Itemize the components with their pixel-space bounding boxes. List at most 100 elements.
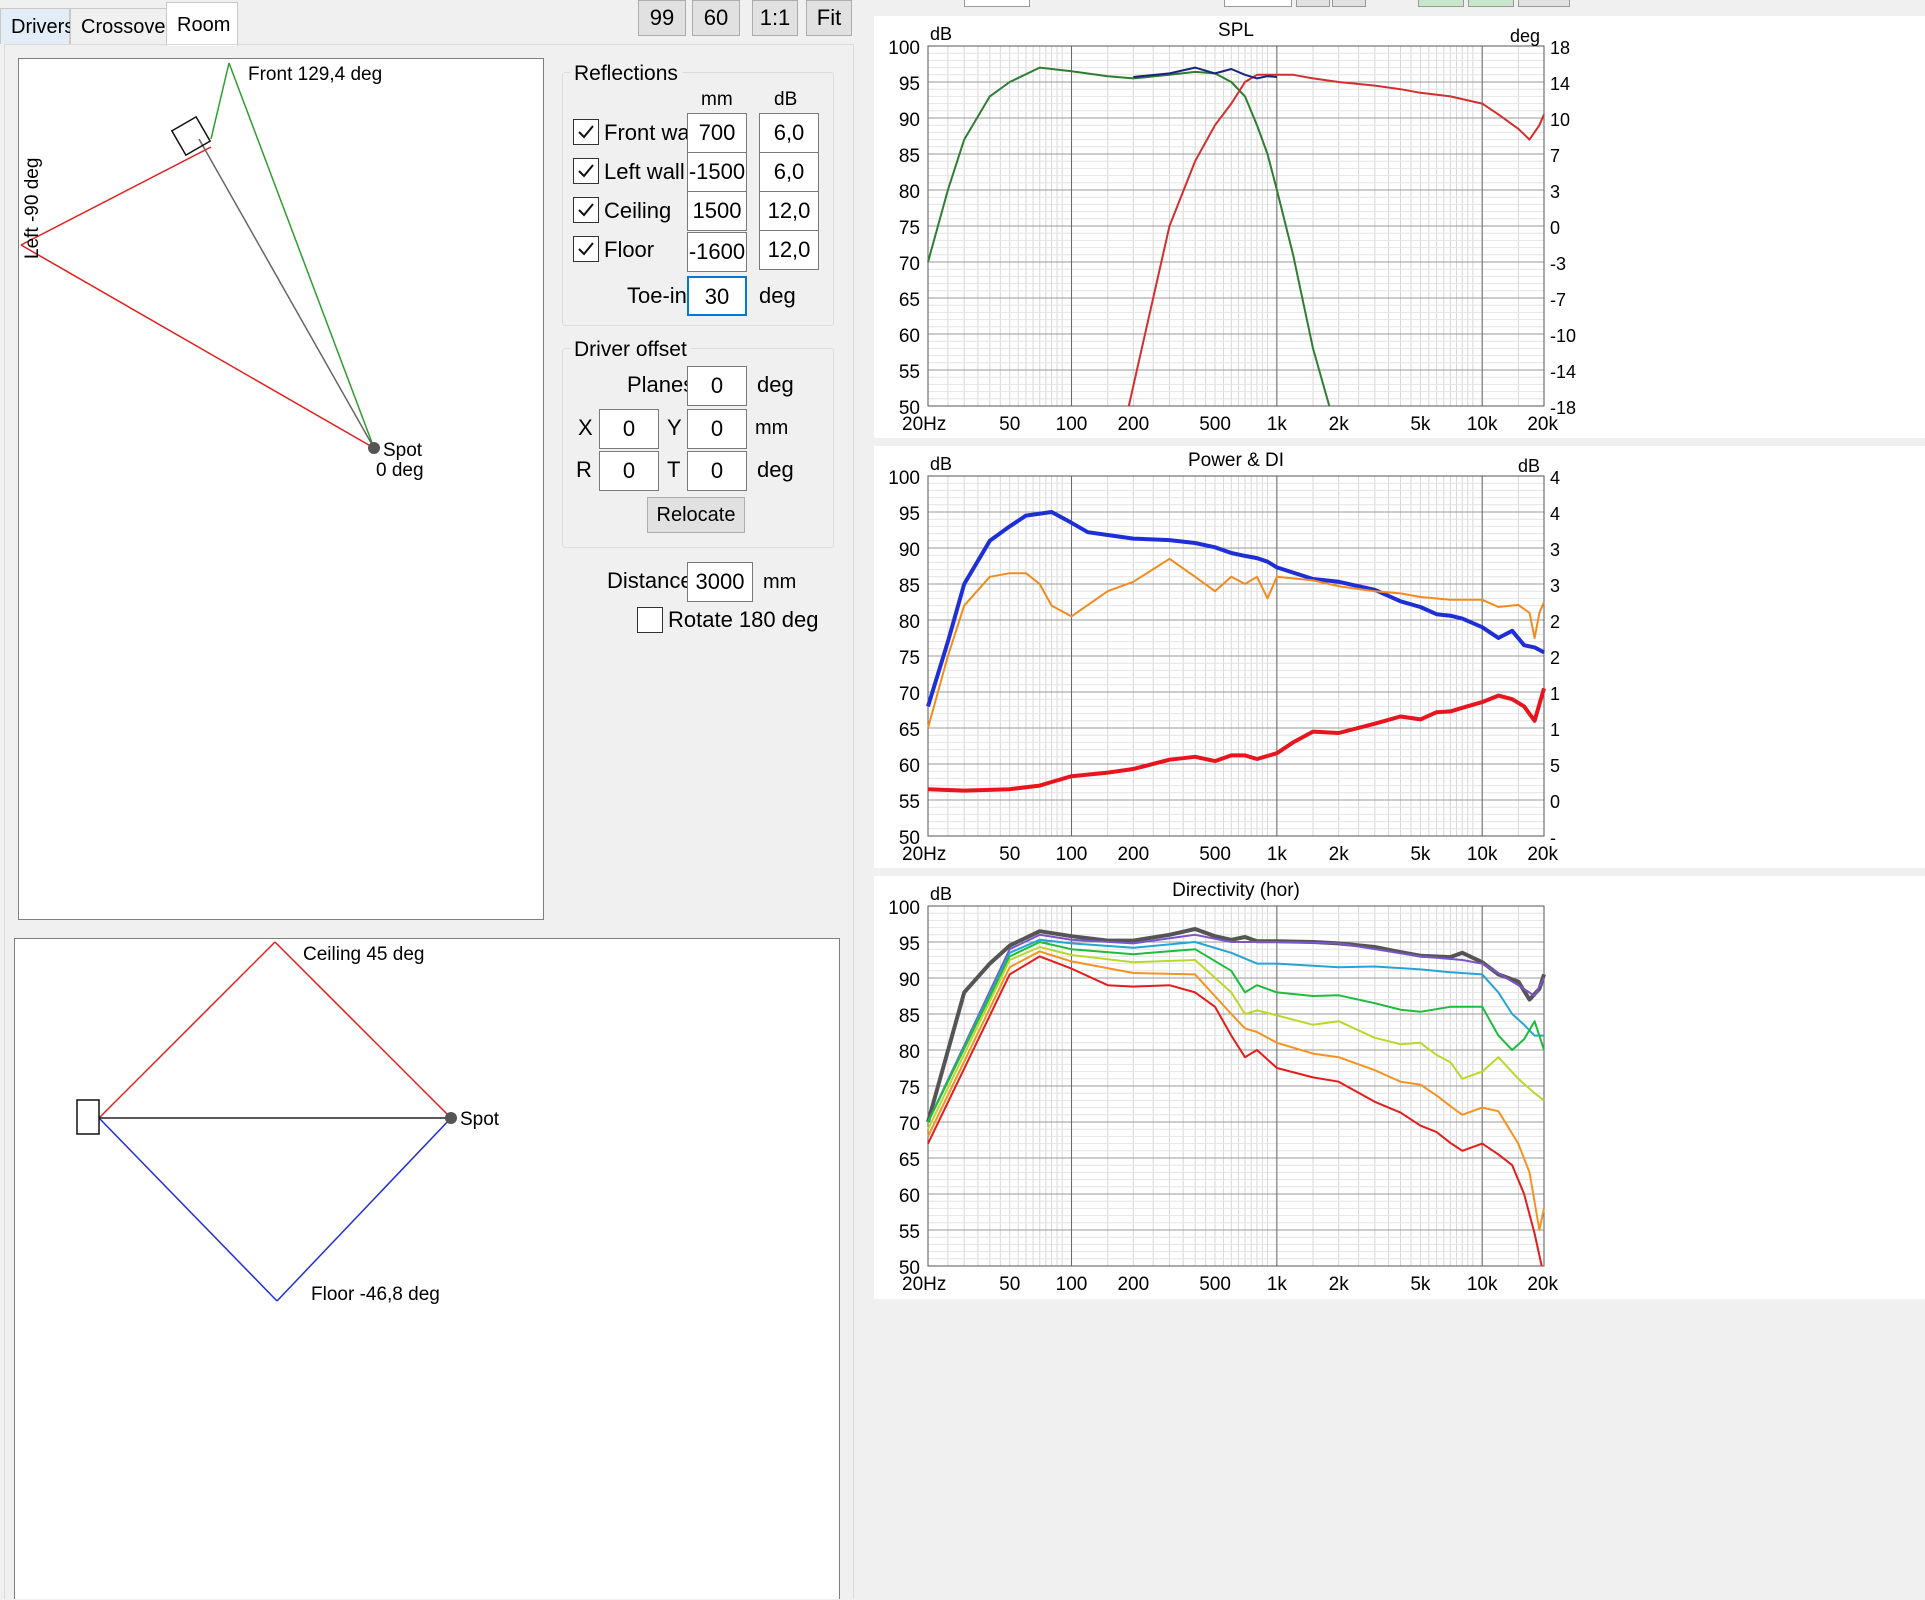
x-tick-label: 20k [1527,1274,1558,1295]
series-line [927,950,1545,1231]
y2-tick-label: - [1550,828,1556,848]
plan-view-canvas[interactable]: Front 129,4 deg Left -90 deg Spot 0 deg [18,58,544,920]
power-di-chart[interactable]: 100 95 90 85 80 75 70 65 60 55 50 20Hz 50 100 200 500 1k… [874,446,1925,868]
fit-button[interactable]: Fit [806,0,852,36]
floor-mm-input[interactable]: -1600 [687,232,747,272]
toolbar-button[interactable] [1332,0,1366,7]
front-wall-checkbox[interactable] [573,119,599,145]
zoom-60-button[interactable]: 60 [692,0,740,36]
y-axis-unit: dB [930,24,952,44]
x-tick-label: 10k [1467,844,1498,865]
y-tick-label: 65 [899,720,920,741]
zoom-99-button[interactable]: 99 [638,0,686,36]
y2-tick-label: 4 [1550,504,1560,524]
toolbar-button[interactable] [1296,0,1330,7]
x-tick-label: 10k [1467,1274,1498,1295]
left-wall-checkbox[interactable] [573,158,599,184]
zoom-1-1-button[interactable]: 1:1 [752,0,798,36]
floor-db-input[interactable]: 12,0 [759,230,819,270]
x-tick-label: 100 [1056,414,1088,435]
tab-drivers[interactable]: Drivers [0,8,74,44]
x-tick-label: 20Hz [902,414,946,435]
side-view-canvas[interactable]: Ceiling 45 deg Spot Floor -46,8 deg [14,938,840,1599]
ceiling-label: Ceiling [604,198,672,223]
y-tick-label: 55 [899,792,920,813]
x-tick-label: 1k [1267,1274,1288,1295]
y-tick-label: 60 [899,326,920,347]
y-tick-label: 80 [899,1042,920,1063]
green-toolbar-button[interactable] [1418,0,1464,7]
spl-chart[interactable]: 100 95 90 85 80 75 70 65 60 55 50 20Hz 50 100 200 500 1k… [874,16,1925,438]
x-tick-label: 5k [1410,414,1431,435]
ceiling-checkbox[interactable] [573,197,599,223]
distance-input[interactable]: 3000 [687,562,753,602]
y2-tick-label: -3 [1550,254,1566,274]
y2-tick-label: -14 [1550,362,1576,382]
y-tick-label: 60 [899,1186,920,1207]
x-tick-label: 50 [999,1274,1020,1295]
y2-tick-label: 0 [1550,218,1560,238]
ceiling-db-input[interactable]: 12,0 [759,191,819,231]
planes-input[interactable]: 0 [687,366,747,406]
x-tick-label: 50 [999,844,1020,865]
y-axis-unit: dB [930,884,952,904]
y-tick-label: 75 [899,1078,920,1099]
xy-unit: mm [755,417,789,439]
toe-in-label: Toe-in [627,283,687,308]
y-tick-label: 100 [888,898,920,919]
toolbar-button[interactable] [1518,0,1570,7]
x-tick-label: 20Hz [902,1274,946,1295]
y-offset-input[interactable]: 0 [687,409,747,449]
y-axis-unit: dB [930,454,952,474]
x-offset-input[interactable]: 0 [599,409,659,449]
toolbar-field[interactable] [964,0,1030,7]
toolbar-field[interactable] [1224,0,1292,7]
y-tick-label: 55 [899,1222,920,1243]
r-offset-input[interactable]: 0 [599,451,659,491]
tab-crossover[interactable]: Crossover [70,8,172,44]
y-tick-label: 100 [888,468,920,489]
y2-tick-label: 5 [1550,756,1560,776]
front-wall-db-input[interactable]: 6,0 [759,113,819,153]
planes-unit: deg [757,372,794,397]
y-tick-label: 70 [899,684,920,705]
y2-tick-label: 4 [1550,468,1560,488]
x-tick-label: 5k [1410,1274,1431,1295]
green-toolbar-button[interactable] [1468,0,1514,7]
listening-spot-marker [368,442,380,454]
front-wall-label: Front wall [604,120,700,145]
y-tick-label: 90 [899,540,920,561]
r-label: R [576,457,592,482]
db-column-header: dB [774,89,798,110]
chart-title: SPL [1218,20,1254,41]
x-tick-label: 10k [1467,414,1498,435]
directivity-chart[interactable]: 100 95 90 85 80 75 70 65 60 55 50 20Hz 50 100 200 500 1k… [874,876,1925,1299]
tab-room[interactable]: Room [166,2,238,46]
distance-unit: mm [763,571,797,593]
y-tick-label: 65 [899,290,920,311]
y-label: Y [667,415,682,440]
floor-checkbox[interactable] [573,236,599,262]
rotate-180-checkbox[interactable] [637,607,663,633]
left-wall-mm-input[interactable]: -1500 [687,152,747,192]
y-tick-label: 90 [899,970,920,991]
y2-tick-label: 1 [1550,720,1560,740]
toe-in-input[interactable]: 30 [687,276,747,316]
y-tick-label: 65 [899,1150,920,1171]
y2-tick-label: 2 [1550,612,1560,632]
ceiling-mm-input[interactable]: 1500 [687,191,747,231]
x-tick-label: 200 [1117,414,1149,435]
front-wall-mm-input[interactable]: 700 [687,113,747,153]
t-offset-input[interactable]: 0 [687,451,747,491]
y-tick-label: 85 [899,1006,920,1027]
relocate-button[interactable]: Relocate [647,497,745,533]
x-tick-label: 200 [1117,1274,1149,1295]
y-tick-label: 55 [899,362,920,383]
series-line [927,946,1545,1130]
left-wall-db-input[interactable]: 6,0 [759,152,819,192]
spot-angle-label: 0 deg [376,460,424,481]
left-reflection-label: Left -90 deg [22,157,43,259]
spot-label: Spot [460,1109,500,1130]
splitter[interactable] [856,0,872,1599]
chart-title: Directivity (hor) [1172,880,1300,901]
